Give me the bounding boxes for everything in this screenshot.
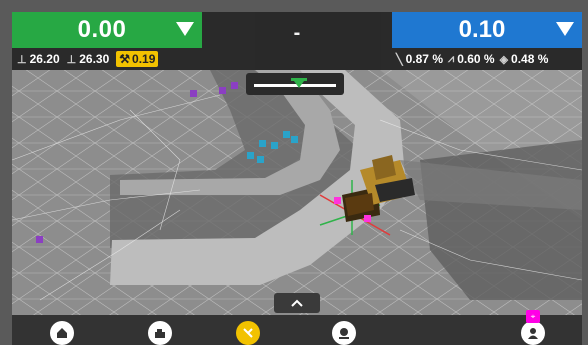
map-pin-icon (339, 328, 349, 339)
nav-machine-button[interactable] (148, 321, 172, 345)
nav-grade-button[interactable] (236, 321, 260, 345)
dropdown-triangle-icon[interactable] (176, 22, 194, 36)
main-slope-value: 0.87 % (405, 52, 443, 66)
cut-fill-badge: ⚒ 0.19 (116, 51, 159, 67)
left-stats-bar: ⊥ 26.20 ⊥ 26.30 ⚒ 0.19 (12, 48, 202, 70)
nav-map-button[interactable] (332, 321, 356, 345)
cut-fill-value: 0.19 (132, 52, 156, 66)
position-pin-icon: ⌖ (526, 310, 540, 323)
right-height-stat: ⊥ 26.30 (67, 52, 110, 66)
blade-slope-stat: ◈ 0.48 % (500, 52, 549, 66)
top-frame (0, 0, 588, 12)
left-cut-fill-display[interactable]: 0.00 (12, 12, 202, 48)
center-info-panel[interactable]: - (202, 12, 392, 70)
nav-home-button[interactable] (50, 321, 74, 345)
main-slope-icon: ╲ (396, 53, 403, 66)
blade-slope-value: 0.48 % (511, 52, 549, 66)
blade-slope-icon: ◈ (499, 53, 509, 66)
left-height-value: 26.20 (29, 52, 60, 66)
left-height-stat: ⊥ 26.20 (17, 52, 60, 66)
user-location-icon (528, 328, 538, 339)
right-elevation-panel[interactable]: 0.10 ╲ 0.87 % ⩘ 0.60 % ◈ 0.48 % (392, 12, 582, 70)
blade-position-indicator (246, 73, 344, 95)
chevron-up-icon (291, 299, 303, 307)
cross-slope-value: 0.60 % (457, 52, 495, 66)
bottom-navigation-bar (12, 315, 582, 345)
right-height-value: 26.30 (79, 52, 110, 66)
blade-marker-icon (291, 78, 307, 88)
blade-left-height-icon: ⊥ (17, 53, 27, 66)
cross-slope-stat: ⩘ 0.60 % (448, 52, 495, 66)
dropdown-triangle-icon[interactable] (556, 22, 574, 36)
center-value: - (293, 22, 301, 44)
right-frame (582, 0, 588, 345)
left-elevation-panel[interactable]: 0.00 ⊥ 26.20 ⊥ 26.30 ⚒ 0.19 (12, 12, 202, 70)
left-frame (0, 0, 12, 345)
right-cut-fill-display[interactable]: 0.10 (392, 12, 582, 48)
cross-slope-icon: ⩘ (447, 52, 455, 65)
cut-fill-icon: ⚒ (119, 52, 131, 66)
right-cut-fill-value: 0.10 (458, 16, 506, 43)
left-cut-fill-value: 0.00 (77, 16, 127, 43)
expand-panel-button[interactable] (274, 293, 320, 313)
right-stats-bar: ╲ 0.87 % ⩘ 0.60 % ◈ 0.48 % (392, 48, 582, 70)
nav-user-location-button[interactable] (521, 321, 545, 345)
screen: 0.00 ⊥ 26.20 ⊥ 26.30 ⚒ 0.19 - 0.10 ╲ 0.8… (0, 0, 588, 345)
blade-right-height-icon: ⊥ (66, 53, 77, 66)
grade-icon (243, 328, 253, 338)
machine-icon (155, 329, 165, 338)
main-slope-stat: ╲ 0.87 % (396, 52, 443, 66)
home-icon (57, 328, 67, 338)
